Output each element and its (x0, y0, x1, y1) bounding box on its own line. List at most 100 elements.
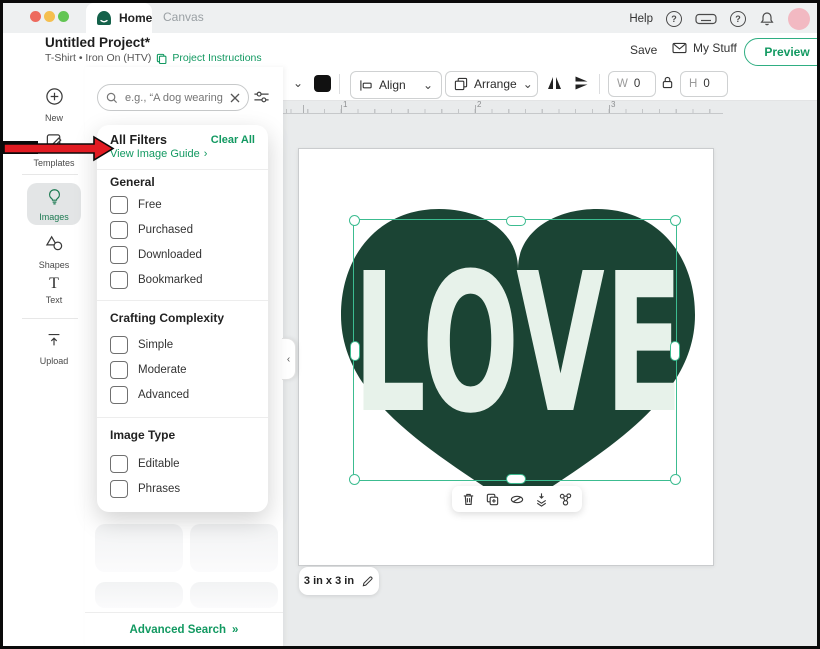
delete-icon[interactable] (461, 492, 476, 507)
image-tile-placeholder[interactable] (95, 524, 183, 572)
feedback-chat-icon[interactable]: ? (730, 11, 746, 27)
duplicate-icon[interactable] (485, 492, 500, 507)
checkbox[interactable] (110, 386, 128, 404)
tab-home-label: Home (119, 11, 152, 25)
resize-handle-top-left[interactable] (349, 215, 360, 226)
selection-bounding-box[interactable] (353, 219, 677, 481)
align-dropdown[interactable]: Align ⌄ (350, 71, 442, 99)
section-title-crafting-complexity: Crafting Complexity (110, 311, 224, 325)
checkbox[interactable] (110, 271, 128, 289)
help-question-icon[interactable]: ? (666, 11, 682, 27)
advanced-search-link[interactable]: Advanced Search (130, 624, 227, 636)
toolbar-divider (339, 74, 340, 94)
image-search-box[interactable] (97, 84, 249, 111)
horizontal-ruler: 1 2 3 (283, 100, 723, 114)
filter-option-editable[interactable]: Editable (110, 455, 180, 473)
height-field[interactable]: H 0 (680, 71, 728, 97)
selection-quick-toolbar (452, 486, 582, 512)
arrange-icon (454, 77, 468, 91)
filter-option-advanced[interactable]: Advanced (110, 386, 189, 404)
image-tile-placeholder[interactable] (95, 582, 183, 608)
resize-handle-middle-right[interactable] (670, 341, 680, 361)
tab-canvas[interactable]: Canvas (163, 10, 204, 24)
resize-handle-top-right[interactable] (670, 215, 681, 226)
arrange-dropdown[interactable]: Arrange ⌄ (445, 71, 538, 97)
hide-eye-icon[interactable] (509, 492, 525, 507)
checkbox[interactable] (110, 246, 128, 264)
edit-pencil-icon[interactable] (361, 575, 374, 588)
my-stuff-button[interactable]: My Stuff (672, 41, 737, 55)
width-field-value: 0 (634, 78, 640, 90)
project-title: Untitled Project* (45, 35, 150, 50)
text-tool-icon: T (49, 275, 59, 292)
sidebar-item-new[interactable]: New (22, 87, 86, 123)
filter-option-phrases[interactable]: Phrases (110, 480, 180, 498)
filter-option-free[interactable]: Free (110, 196, 162, 214)
color-swatch[interactable] (314, 75, 331, 92)
flip-vertical-icon[interactable] (573, 75, 590, 91)
notifications-bell-icon[interactable] (759, 11, 775, 27)
project-subtitle-row: T-Shirt • Iron On (HTV) Project Instruct… (45, 52, 262, 64)
preview-button[interactable]: Preview (744, 38, 820, 66)
checkbox[interactable] (110, 336, 128, 354)
tab-home[interactable]: Home (86, 3, 152, 33)
clear-search-icon[interactable] (230, 93, 240, 103)
operation-chevron-down-icon[interactable]: ⌄ (293, 77, 303, 89)
all-filters-dropdown: All Filters Clear All View Image Guide ›… (97, 125, 268, 512)
cricut-home-icon (96, 10, 112, 26)
filter-option-moderate[interactable]: Moderate (110, 361, 187, 379)
machine-icon[interactable] (695, 12, 717, 26)
panel-collapse-button[interactable]: ‹ (282, 338, 296, 380)
resize-handle-bottom-center[interactable] (506, 474, 526, 484)
flatten-icon[interactable] (534, 492, 549, 507)
toolbar-divider (599, 74, 600, 94)
sidebar-item-text[interactable]: T Text (22, 275, 86, 305)
resize-handle-bottom-left[interactable] (349, 474, 360, 485)
filter-option-purchased[interactable]: Purchased (110, 221, 193, 239)
weld-icon[interactable] (558, 492, 573, 507)
filters-title: All Filters (110, 133, 167, 147)
image-tile-placeholder[interactable] (190, 524, 278, 572)
search-input[interactable] (123, 91, 225, 105)
chevron-down-icon: ⌄ (423, 79, 433, 91)
checkbox[interactable] (110, 221, 128, 239)
ruler-number: 2 (477, 100, 481, 109)
sidebar-item-images[interactable]: Images (27, 183, 81, 225)
minimize-traffic-light[interactable] (44, 11, 55, 22)
checkbox[interactable] (110, 361, 128, 379)
my-stuff-label: My Stuff (693, 41, 737, 55)
chevron-down-icon: ⌄ (523, 78, 533, 90)
canvas-workspace[interactable]: 1 2 3 LOVE (283, 100, 820, 646)
size-badge[interactable]: 3 in x 3 in (299, 567, 379, 595)
instructions-doc-icon (156, 53, 167, 64)
flip-horizontal-icon[interactable] (546, 75, 563, 91)
filter-option-bookmarked[interactable]: Bookmarked (110, 271, 203, 289)
help-label[interactable]: Help (629, 13, 653, 25)
search-icon (106, 92, 118, 104)
dropdown-divider (97, 417, 268, 418)
section-title-general: General (110, 175, 155, 189)
lock-aspect-icon[interactable] (661, 75, 674, 90)
image-tile-placeholder[interactable] (190, 582, 278, 608)
sidebar-item-shapes[interactable]: Shapes (22, 234, 86, 270)
width-field[interactable]: W 0 (608, 71, 656, 97)
resize-handle-bottom-right[interactable] (670, 474, 681, 485)
save-button[interactable]: Save (630, 43, 657, 57)
view-image-guide-link[interactable]: View Image Guide › (110, 148, 207, 160)
resize-handle-top-center[interactable] (506, 216, 526, 226)
sidebar-item-upload[interactable]: Upload (22, 331, 86, 366)
checkbox[interactable] (110, 480, 128, 498)
close-traffic-light[interactable] (30, 11, 41, 22)
resize-handle-middle-left[interactable] (350, 341, 360, 361)
avatar[interactable] (788, 8, 810, 30)
project-instructions-link[interactable]: Project Instructions (172, 52, 261, 64)
height-field-value: 0 (703, 78, 709, 90)
filter-option-downloaded[interactable]: Downloaded (110, 246, 202, 264)
filter-sliders-icon[interactable] (253, 89, 270, 105)
maximize-traffic-light[interactable] (58, 11, 69, 22)
clear-all-link[interactable]: Clear All (211, 134, 255, 146)
checkbox[interactable] (110, 455, 128, 473)
checkbox[interactable] (110, 196, 128, 214)
filter-option-simple[interactable]: Simple (110, 336, 173, 354)
chevron-left-icon: ‹ (287, 354, 290, 365)
